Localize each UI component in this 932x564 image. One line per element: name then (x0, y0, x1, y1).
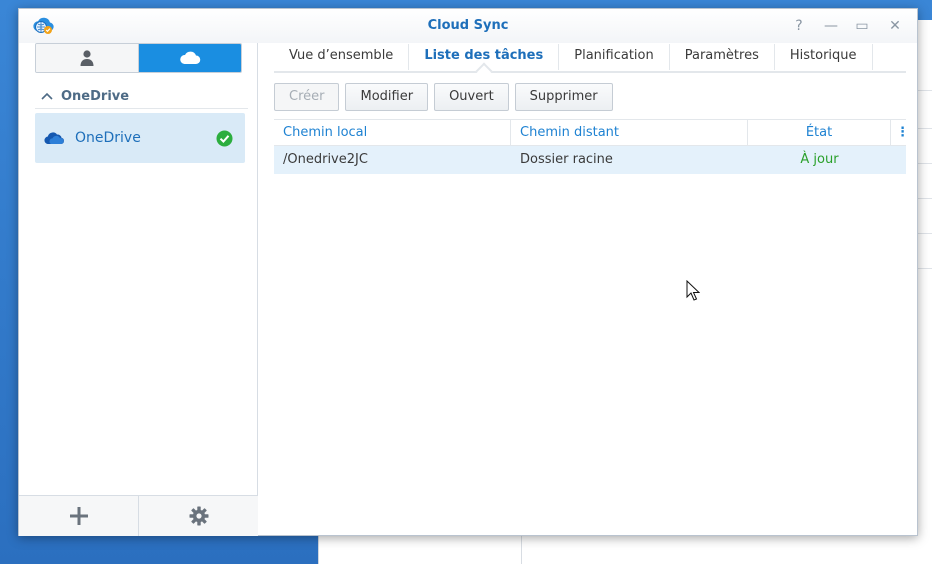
row-divider (918, 268, 932, 269)
minimize-button[interactable]: — (822, 17, 840, 35)
row-divider (918, 233, 932, 234)
provider-item-onedrive[interactable]: OneDrive (35, 113, 245, 163)
cell-local-path: /Onedrive2JC (283, 152, 368, 167)
gear-icon (189, 506, 208, 526)
main-panel: Vue d’ensemble Liste des tâches Planific… (274, 43, 909, 537)
tab-schedule[interactable]: Planification (559, 44, 670, 70)
close-button[interactable]: ✕ (886, 17, 904, 35)
title-bar[interactable]: Cloud Sync ? — ▭ ✕ (19, 9, 917, 43)
plus-icon (69, 507, 88, 525)
maximize-button[interactable]: ▭ (853, 17, 871, 35)
edit-button[interactable]: Modifier (345, 83, 429, 111)
onedrive-icon (44, 132, 64, 144)
column-header-state[interactable]: État (748, 120, 891, 146)
provider-item-label: OneDrive (75, 130, 141, 146)
cell-remote-path: Dossier racine (520, 152, 613, 167)
user-view-tab[interactable] (36, 44, 139, 72)
user-icon (80, 50, 94, 66)
table-header: Chemin local Chemin distant État ⋮ (274, 119, 909, 146)
delete-button[interactable]: Supprimer (514, 83, 613, 111)
row-divider (918, 128, 932, 129)
cell-state: À jour (800, 152, 839, 167)
help-button[interactable]: ? (790, 17, 808, 35)
row-divider (918, 90, 932, 91)
tab-overview[interactable]: Vue d’ensemble (274, 44, 410, 70)
tab-task-list[interactable]: Liste des tâches (409, 44, 560, 70)
column-header-remote-path[interactable]: Chemin distant (511, 120, 748, 146)
cloud-sync-window: Cloud Sync ? — ▭ ✕ OneDrive OneDrive Vue… (18, 8, 918, 536)
task-table: Chemin local Chemin distant État ⋮ /Oned… (274, 119, 909, 174)
create-button[interactable]: Créer (274, 83, 340, 111)
row-divider (918, 198, 932, 199)
sidebar: OneDrive OneDrive (19, 43, 258, 536)
row-divider (918, 163, 932, 164)
open-button[interactable]: Ouvert (434, 83, 509, 111)
table-row[interactable]: /Onedrive2JC Dossier racine À jour (274, 146, 906, 174)
column-header-local-path[interactable]: Chemin local (274, 120, 511, 146)
tab-bar: Vue d’ensemble Liste des tâches Planific… (274, 43, 906, 73)
mouse-cursor-icon (686, 280, 700, 301)
chevron-up-icon (41, 90, 61, 103)
column-menu-icon[interactable]: ⋮ (891, 120, 909, 146)
status-ok-icon (216, 130, 233, 147)
provider-group-header[interactable]: OneDrive (35, 85, 248, 109)
provider-group-label: OneDrive (61, 89, 130, 104)
add-connection-button[interactable] (19, 496, 139, 536)
column-divider (521, 535, 522, 564)
tab-settings[interactable]: Paramètres (670, 44, 775, 70)
sidebar-footer (19, 495, 258, 536)
window-title: Cloud Sync (427, 18, 509, 33)
cloud-icon (180, 51, 201, 64)
view-switcher (35, 43, 242, 73)
settings-button[interactable] (139, 496, 258, 536)
tab-history[interactable]: Historique (775, 44, 873, 70)
toolbar: Créer Modifier Ouvert Supprimer (274, 83, 619, 111)
cloud-view-tab[interactable] (139, 44, 241, 72)
